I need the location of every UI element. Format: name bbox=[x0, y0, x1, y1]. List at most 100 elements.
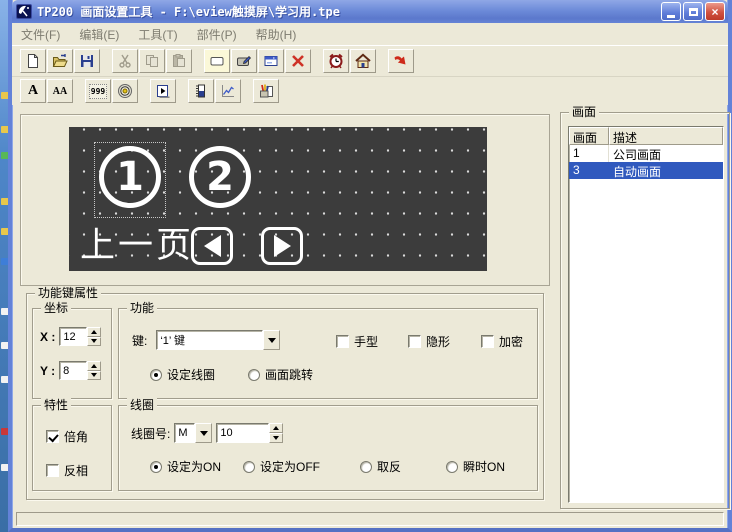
radio-dot bbox=[243, 461, 255, 473]
static-text-button[interactable]: A bbox=[20, 79, 46, 103]
encrypt-checkbox[interactable]: 加密 bbox=[481, 333, 523, 350]
x-spinner[interactable] bbox=[87, 327, 101, 346]
set-coil-radio[interactable]: 设定线圈 bbox=[150, 366, 215, 383]
screens-list[interactable]: 画面 描述 1 公司画面 3 自动画面 bbox=[568, 126, 724, 503]
set-off-radio-label: 设定为OFF bbox=[260, 458, 320, 475]
save-file-button[interactable] bbox=[74, 49, 100, 73]
new-screen-button[interactable] bbox=[204, 49, 230, 73]
column-header-screen[interactable]: 画面 bbox=[569, 127, 609, 145]
invisible-checkbox[interactable]: 隐形 bbox=[408, 333, 450, 350]
cut-button[interactable] bbox=[112, 49, 138, 73]
screen-properties-button[interactable] bbox=[231, 49, 257, 73]
paste-button[interactable] bbox=[166, 49, 192, 73]
hand-checkbox[interactable]: 手型 bbox=[336, 333, 378, 350]
key-combobox-dropdown-button[interactable] bbox=[263, 330, 280, 350]
paste-icon bbox=[171, 53, 187, 69]
title-bar[interactable]: TP200 画面设置工具 - F:\eview触摸屏\学习用.tpe × bbox=[12, 0, 728, 23]
delete-screen-button[interactable] bbox=[285, 49, 311, 73]
menu-item-parts[interactable]: 部件(P) bbox=[197, 26, 237, 43]
canvas-key-1[interactable]: 1 bbox=[99, 146, 161, 208]
x-spin-up-button[interactable] bbox=[87, 327, 101, 337]
traits-group-title: 特性 bbox=[41, 398, 71, 412]
coil-number-input[interactable]: 10 bbox=[216, 423, 269, 443]
new-file-button[interactable] bbox=[20, 49, 46, 73]
bar-graph-icon bbox=[193, 83, 209, 99]
coil-group-title: 线圈 bbox=[127, 398, 157, 412]
coil-spin-down-button[interactable] bbox=[269, 433, 283, 443]
inverse-checkbox[interactable]: 反相 bbox=[46, 462, 88, 479]
lamp-button[interactable] bbox=[112, 79, 138, 103]
canvas-prev-button[interactable] bbox=[191, 227, 233, 265]
y-spinner[interactable] bbox=[87, 361, 101, 380]
traits-group: 特性 倍角 反相 bbox=[32, 405, 112, 491]
screen-row-1[interactable]: 1 公司画面 bbox=[569, 145, 723, 162]
left-arrow-icon bbox=[204, 235, 221, 257]
y-input[interactable]: 8 bbox=[59, 361, 87, 380]
x-input[interactable]: 12 bbox=[59, 327, 87, 346]
momentary-on-radio[interactable]: 瞬时ON bbox=[446, 458, 505, 475]
menu-item-file[interactable]: 文件(F) bbox=[21, 26, 60, 43]
toggle-radio-label: 取反 bbox=[377, 458, 401, 475]
y-spin-down-button[interactable] bbox=[87, 371, 101, 381]
screen-design-canvas[interactable]: 1 2 上一页 bbox=[69, 127, 487, 271]
lamp-icon bbox=[117, 83, 133, 99]
screen-jump-radio[interactable]: 画面跳转 bbox=[248, 366, 313, 383]
bitmap-button[interactable] bbox=[253, 79, 279, 103]
home-screen-button[interactable] bbox=[350, 49, 376, 73]
checkbox-box bbox=[481, 335, 494, 348]
minimize-button[interactable] bbox=[661, 2, 681, 21]
double-size-checkbox[interactable]: 倍角 bbox=[46, 428, 88, 445]
key-combobox[interactable]: ‘1’ 键 bbox=[156, 330, 280, 350]
alarm-clock-button[interactable] bbox=[323, 49, 349, 73]
function-key-properties-group: 功能键属性 坐标 X : 12 Y : 8 bbox=[26, 293, 544, 500]
menu-bar: 文件(F) 编辑(E) 工具(T) 部件(P) 帮助(H) bbox=[12, 23, 728, 45]
checkbox-box bbox=[46, 430, 59, 443]
toggle-radio[interactable]: 取反 bbox=[360, 458, 401, 475]
open-file-button[interactable] bbox=[47, 49, 73, 73]
coil-type-value-field: M bbox=[174, 423, 195, 443]
trend-graph-button[interactable] bbox=[215, 79, 241, 103]
close-button[interactable]: × bbox=[705, 2, 725, 21]
coil-type-dropdown-button[interactable] bbox=[195, 423, 212, 443]
menu-item-help[interactable]: 帮助(H) bbox=[256, 26, 297, 43]
coil-type-combobox[interactable]: M bbox=[174, 423, 212, 443]
x-label: X : bbox=[40, 330, 55, 344]
checkbox-box bbox=[408, 335, 421, 348]
screen-row-3-selected[interactable]: 3 自动画面 bbox=[569, 162, 723, 179]
number-display-button[interactable]: 999 bbox=[85, 79, 111, 103]
set-on-radio[interactable]: 设定为ON bbox=[150, 458, 221, 475]
down-arrow-icon bbox=[91, 373, 97, 377]
new-screen-icon bbox=[209, 53, 225, 69]
function-key-button[interactable] bbox=[150, 79, 176, 103]
canvas-prev-page-text[interactable]: 上一页 bbox=[80, 217, 194, 268]
bar-graph-button[interactable] bbox=[188, 79, 214, 103]
screen-id: 3 bbox=[569, 162, 609, 179]
screen-properties-icon bbox=[236, 53, 252, 69]
down-arrow-icon bbox=[273, 436, 279, 440]
maximize-button[interactable] bbox=[683, 2, 703, 21]
coil-number-spinner[interactable] bbox=[269, 423, 283, 443]
set-off-radio[interactable]: 设定为OFF bbox=[243, 458, 320, 475]
x-spin-down-button[interactable] bbox=[87, 337, 101, 347]
download-button[interactable] bbox=[388, 49, 414, 73]
coil-number-label: 线圈号: bbox=[131, 425, 170, 442]
application-window: TP200 画面设置工具 - F:\eview触摸屏\学习用.tpe × 文件(… bbox=[8, 0, 732, 532]
canvas-key-2[interactable]: 2 bbox=[189, 146, 251, 208]
static-text-icon: A bbox=[28, 83, 38, 99]
coordinates-group: 坐标 X : 12 Y : 8 bbox=[32, 308, 112, 399]
scaled-text-button[interactable]: AA bbox=[47, 79, 73, 103]
radio-dot bbox=[150, 369, 162, 381]
column-header-description[interactable]: 描述 bbox=[609, 127, 723, 145]
window-screen-button[interactable] bbox=[258, 49, 284, 73]
bitmap-icon bbox=[258, 83, 274, 99]
coil-spin-up-button[interactable] bbox=[269, 423, 283, 433]
hand-checkbox-label: 手型 bbox=[354, 333, 378, 350]
copy-button[interactable] bbox=[139, 49, 165, 73]
main-toolbar bbox=[12, 45, 728, 76]
canvas-next-button[interactable] bbox=[261, 227, 303, 265]
alarm-clock-icon bbox=[328, 53, 344, 69]
coil-number-value: 10 bbox=[220, 427, 232, 439]
menu-item-edit[interactable]: 编辑(E) bbox=[79, 26, 119, 43]
menu-item-tools[interactable]: 工具(T) bbox=[138, 26, 177, 43]
y-spin-up-button[interactable] bbox=[87, 361, 101, 371]
